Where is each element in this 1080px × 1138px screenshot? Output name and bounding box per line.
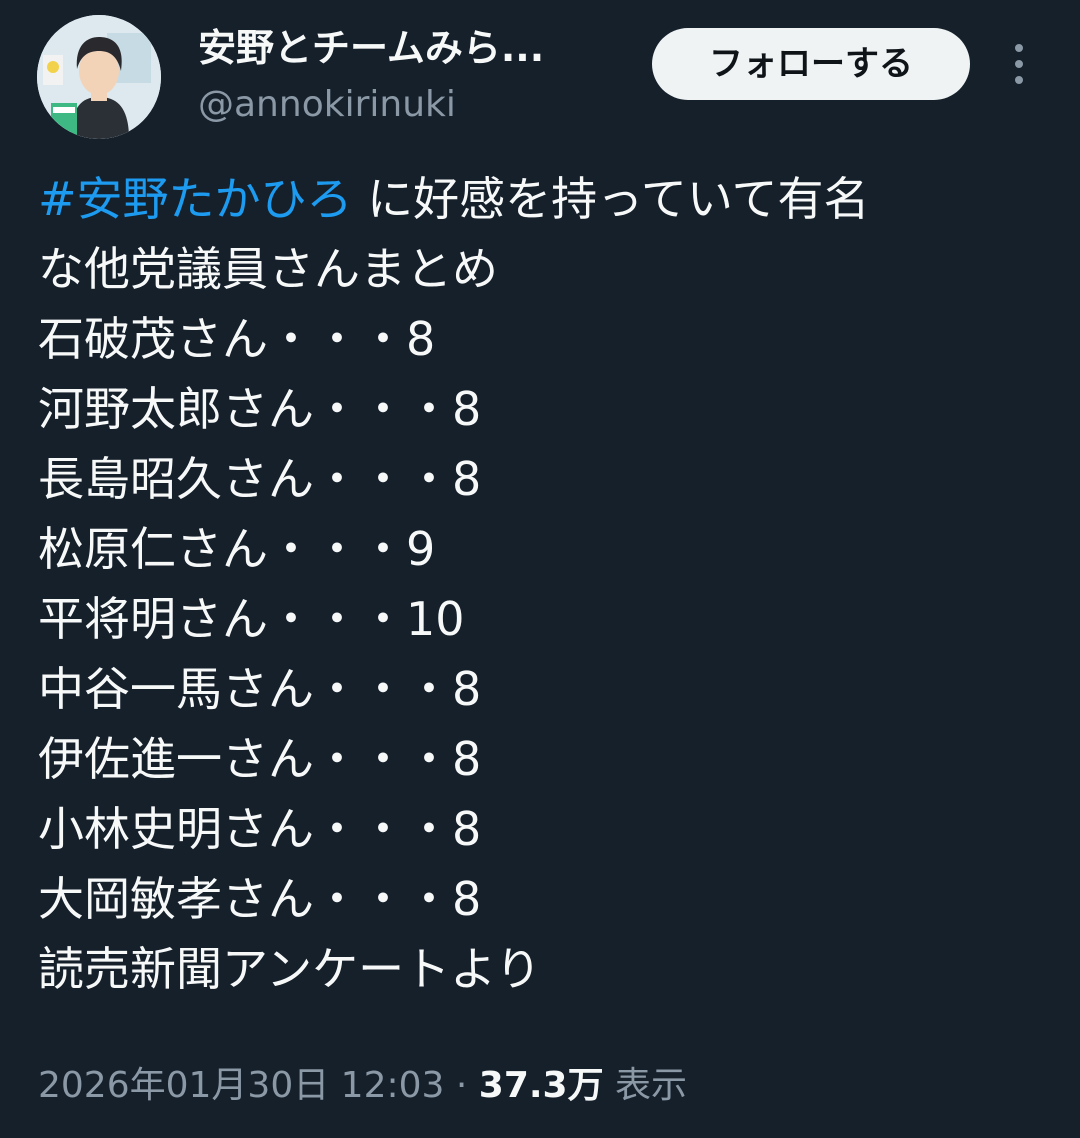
tweet-header: 安野とチームみら... @annokirinuki フォローする bbox=[0, 0, 1080, 150]
user-handle[interactable]: @annokirinuki bbox=[198, 84, 456, 126]
list-item: 河野太郎さん・・・8 bbox=[38, 382, 482, 436]
list-item: 長島昭久さん・・・8 bbox=[38, 452, 482, 506]
list-item: 平将明さん・・・10 bbox=[38, 592, 465, 646]
more-options-icon[interactable] bbox=[1004, 42, 1034, 86]
follow-button[interactable]: フォローする bbox=[652, 28, 970, 100]
list-item: 伊佐進一さん・・・8 bbox=[38, 732, 482, 786]
timestamp[interactable]: 2026年01月30日 12:03 bbox=[38, 1065, 444, 1106]
tweet-text: #安野たかひろ に好感を持っていて有名 な他党議員さんまとめ 石破茂さん・・・8… bbox=[38, 164, 1048, 1004]
views-count[interactable]: 37.3万 bbox=[479, 1065, 604, 1106]
views-label: 表示 bbox=[603, 1065, 688, 1106]
tweet-intro-line-1: #安野たかひろ に好感を持っていて有名 bbox=[38, 164, 1048, 234]
list-item: 石破茂さん・・・8 bbox=[38, 312, 436, 366]
intro-text: に好感を持っていて有名 bbox=[352, 172, 870, 226]
tweet-intro-line-2: な他党議員さんまとめ bbox=[38, 242, 498, 296]
tweet-meta: 2026年01月30日 12:03 · 37.3万 表示 bbox=[38, 1056, 687, 1116]
avatar[interactable] bbox=[37, 15, 161, 139]
list-item: 松原仁さん・・・9 bbox=[38, 522, 436, 576]
list-item: 中谷一馬さん・・・8 bbox=[38, 662, 482, 716]
display-name[interactable]: 安野とチームみら... bbox=[198, 26, 544, 70]
meta-separator: · bbox=[444, 1065, 479, 1106]
hashtag-link[interactable]: #安野たかひろ bbox=[38, 172, 353, 226]
list-item: 大岡敏孝さん・・・8 bbox=[38, 872, 482, 926]
source-line: 読売新聞アンケートより bbox=[38, 942, 542, 996]
list-item: 小林史明さん・・・8 bbox=[38, 802, 482, 856]
